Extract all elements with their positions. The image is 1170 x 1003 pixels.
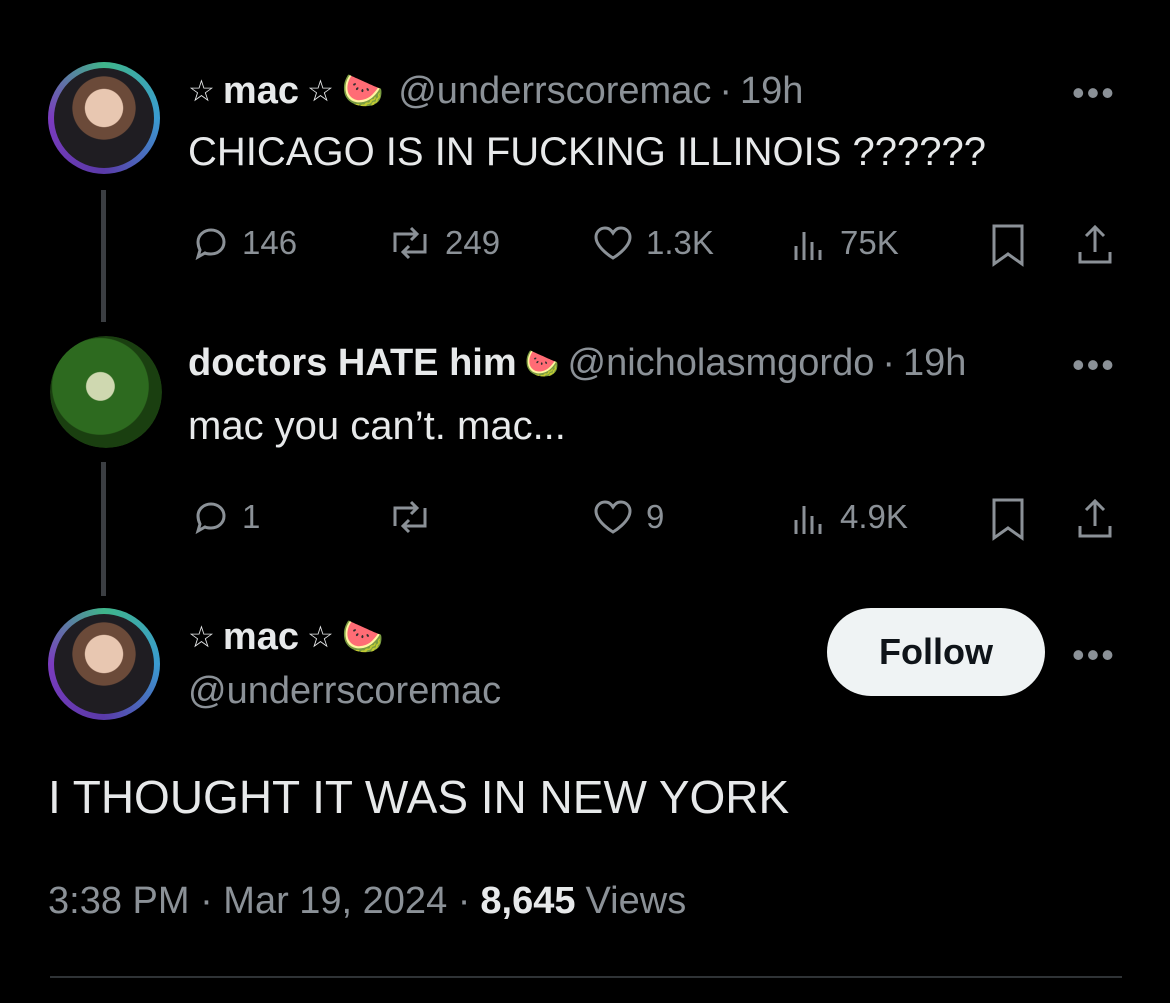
like-icon [594, 226, 632, 260]
handle[interactable]: @nicholasmgordo [568, 342, 875, 385]
timestamp[interactable]: 19h [740, 70, 803, 113]
views-label: Views [585, 880, 687, 922]
avatar-image [54, 614, 154, 714]
tweet-header: ☆ mac ☆ 🍉 @underrscoremac · 19h [188, 66, 803, 116]
separator-dot: · [719, 69, 733, 112]
main-tweet-text: I THOUGHT IT WAS IN NEW YORK [48, 771, 790, 823]
avatar-image [50, 336, 162, 448]
reply-count: 1 [242, 498, 261, 535]
tweet-meta: 3:38 PM · Mar 19, 2024 · 8,645 Views [48, 880, 686, 923]
more-icon[interactable]: ••• [1072, 344, 1116, 386]
bookmark-button[interactable] [988, 222, 1028, 268]
handle[interactable]: @underrscoremac [188, 670, 501, 713]
reply-button[interactable]: 146 [190, 222, 297, 264]
share-button[interactable] [1074, 496, 1116, 542]
like-count: 9 [646, 498, 665, 535]
bookmark-icon [992, 498, 1024, 541]
views-icon [794, 232, 822, 260]
reply-icon [195, 502, 226, 535]
like-button[interactable]: 9 [590, 496, 664, 538]
bookmark-icon [992, 224, 1024, 267]
views-count: 4.9K [840, 498, 908, 535]
display-name[interactable]: doctors HATE him [188, 342, 517, 385]
separator-dot: · [882, 341, 896, 384]
views-button[interactable]: 4.9K [790, 496, 908, 538]
like-button[interactable]: 1.3K [590, 222, 714, 264]
star-icon: ☆ [306, 620, 334, 654]
views-button[interactable]: 75K [790, 222, 899, 264]
tweet-header: doctors HATE him 🍉 @nicholasmgordo · 19h [188, 338, 1048, 388]
share-icon [1078, 498, 1112, 538]
tweet-text: CHICAGO IS IN FUCKING ILLINOIS ?????? [188, 130, 987, 174]
repost-button[interactable] [385, 496, 445, 538]
more-icon[interactable]: ••• [1072, 634, 1116, 676]
views-icon [794, 506, 822, 534]
tweet-text: mac you can’t. mac... [188, 404, 566, 448]
display-name[interactable]: mac [223, 616, 299, 659]
star-icon: ☆ [188, 74, 215, 108]
share-icon [1078, 224, 1112, 264]
divider [50, 976, 1122, 978]
avatar[interactable] [50, 336, 162, 448]
repost-icon [393, 500, 427, 534]
repost-icon [393, 226, 427, 260]
watermelon-icon: 🍉 [524, 347, 560, 379]
like-count: 1.3K [646, 224, 714, 261]
thread-line [101, 462, 106, 596]
reply-icon [195, 228, 226, 261]
avatar[interactable] [48, 608, 160, 720]
views-count: 75K [840, 224, 899, 261]
share-button[interactable] [1074, 222, 1116, 268]
like-icon [594, 500, 632, 534]
reply-count: 146 [242, 224, 298, 261]
reply-button[interactable]: 1 [190, 496, 260, 538]
views-count: 8,645 [480, 880, 576, 922]
handle[interactable]: @underrscoremac [398, 70, 711, 113]
watermelon-icon: 🍉 [341, 72, 385, 110]
follow-button[interactable]: Follow [827, 608, 1045, 696]
repost-count: 249 [445, 224, 501, 261]
thread-line [101, 190, 106, 322]
more-icon[interactable]: ••• [1072, 72, 1116, 114]
star-icon: ☆ [306, 74, 334, 108]
repost-button[interactable]: 249 [385, 222, 500, 264]
watermelon-icon: 🍉 [341, 618, 385, 656]
avatar[interactable] [48, 62, 160, 174]
post-timestamp[interactable]: 3:38 PM · Mar 19, 2024 · [48, 880, 470, 923]
star-icon: ☆ [188, 620, 215, 654]
avatar-image [54, 68, 154, 168]
display-name[interactable]: mac [223, 70, 299, 113]
main-author-name: ☆ mac ☆ 🍉 [188, 612, 384, 662]
timestamp[interactable]: 19h [903, 342, 966, 385]
bookmark-button[interactable] [988, 496, 1028, 542]
